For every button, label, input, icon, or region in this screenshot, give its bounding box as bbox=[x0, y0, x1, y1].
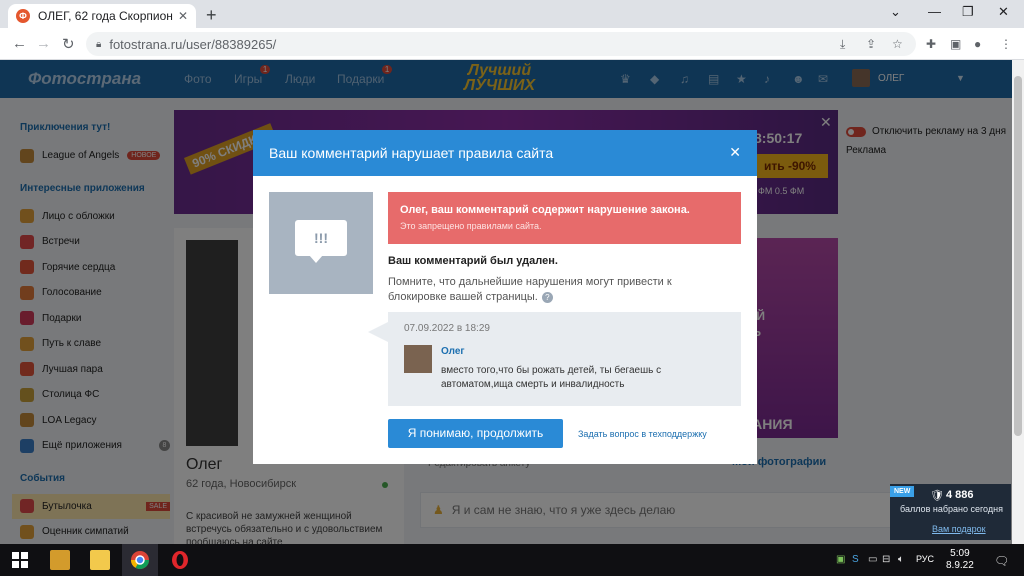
tray-device-icon[interactable]: ▭ bbox=[868, 554, 877, 565]
modal-title: Ваш комментарий нарушает правила сайта bbox=[269, 145, 554, 161]
violation-alert: Олег, ваш комментарий содержит нарушение… bbox=[388, 192, 741, 244]
comment-text: вместо того,что бы рожать детей, ты бега… bbox=[441, 365, 662, 390]
tray-shield-icon[interactable]: ▣ bbox=[836, 554, 845, 565]
close-tab-icon[interactable]: ✕ bbox=[178, 9, 188, 23]
chrome-icon[interactable] bbox=[130, 550, 150, 570]
bonus-widget[interactable]: NEW 🛡︎ 4 886 баллов набрано сегодня Вам … bbox=[890, 484, 1011, 540]
chevron-down-icon[interactable]: ⌄ bbox=[890, 4, 901, 20]
speech-bubble-icon: !!! bbox=[295, 220, 347, 256]
back-icon[interactable]: ← bbox=[12, 35, 27, 52]
message-warning-image: !!! bbox=[269, 192, 373, 294]
bookmark-star-icon[interactable]: ☆ bbox=[892, 37, 903, 51]
game-app-icon[interactable] bbox=[50, 550, 70, 570]
profile-icon[interactable]: ● bbox=[974, 37, 981, 51]
page-scrollbar[interactable] bbox=[1012, 60, 1024, 544]
points-icon: 🛡︎ bbox=[930, 490, 944, 502]
points-value: 4 886 bbox=[946, 489, 974, 501]
alert-subtitle: Это запрещено правилами сайта. bbox=[400, 221, 542, 231]
warning-text: Помните, что дальнейшие нарушения могут … bbox=[388, 276, 672, 303]
taskbar-clock[interactable]: 5:09 8.9.22 bbox=[946, 548, 974, 572]
speech-bubble-tail bbox=[309, 255, 323, 263]
comment-avatar bbox=[404, 345, 432, 373]
violation-modal: Ваш комментарий нарушает правила сайта ✕… bbox=[253, 130, 757, 464]
volume-icon[interactable]: 🔈︎ bbox=[898, 554, 904, 565]
window-close-icon[interactable]: ✕ bbox=[998, 4, 1009, 20]
sidepanel-icon[interactable]: ▣ bbox=[950, 37, 961, 51]
reload-icon[interactable]: ↻ bbox=[62, 35, 75, 53]
alert-title: Олег, ваш комментарий содержит нарушение… bbox=[400, 204, 690, 216]
restore-icon[interactable]: ❐ bbox=[962, 4, 974, 20]
confirm-continue-button[interactable]: Я понимаю, продолжить bbox=[388, 419, 563, 448]
gift-link[interactable]: Вам подарок bbox=[932, 524, 986, 534]
forward-icon[interactable]: → bbox=[36, 35, 51, 52]
tray-skype-icon[interactable]: S bbox=[852, 554, 859, 565]
url-path: /user/88389265/ bbox=[182, 36, 277, 52]
file-explorer-icon[interactable] bbox=[90, 550, 110, 570]
browser-toolbar: ← → ↻ 🔒︎ fotostrana.ru/user/88389265/ ⤓ … bbox=[0, 28, 1024, 60]
share-icon[interactable]: ⇪ bbox=[866, 37, 876, 51]
comment-date: 07.09.2022 в 18:29 bbox=[404, 323, 490, 334]
fotostrana-favicon-icon: Ф bbox=[16, 9, 30, 23]
browser-tab-strip: Ф ОЛЕГ, 62 года Скорпион ✕ + ⌄ — ❐ ✕ bbox=[0, 0, 1024, 28]
modal-close-icon[interactable]: ✕ bbox=[729, 144, 741, 161]
help-icon[interactable]: ? bbox=[541, 291, 553, 303]
comment-pointer bbox=[368, 322, 388, 342]
tab-title: ОЛЕГ, 62 года Скорпион bbox=[38, 9, 173, 23]
notifications-icon[interactable]: 🗨︎ bbox=[994, 554, 1009, 568]
new-tab-icon[interactable]: + bbox=[206, 5, 217, 26]
address-bar[interactable]: 🔒︎ fotostrana.ru/user/88389265/ bbox=[86, 32, 916, 56]
download-icon[interactable]: ⤓ bbox=[840, 37, 845, 52]
support-link[interactable]: Задать вопрос в техподдержку bbox=[578, 429, 707, 439]
network-icon[interactable]: ⊟ bbox=[882, 554, 890, 565]
language-indicator[interactable]: РУС bbox=[916, 554, 934, 564]
url-domain: fotostrana.ru bbox=[109, 36, 183, 52]
deleted-title: Ваш комментарий был удален. bbox=[388, 255, 558, 267]
modal-header: Ваш комментарий нарушает правила сайта ✕ bbox=[253, 130, 757, 176]
windows-start-icon[interactable] bbox=[10, 550, 30, 570]
minimize-icon[interactable]: — bbox=[928, 4, 941, 19]
points-subtitle: баллов набрано сегодня bbox=[900, 504, 1003, 514]
extensions-icon[interactable]: ✚ bbox=[926, 37, 936, 51]
browser-tab-active[interactable]: Ф ОЛЕГ, 62 года Скорпион ✕ bbox=[8, 4, 196, 28]
deleted-comment: 07.09.2022 в 18:29 Олег вместо того,что … bbox=[388, 312, 741, 406]
scrollbar-thumb[interactable] bbox=[1014, 76, 1022, 436]
comment-author[interactable]: Олег bbox=[441, 346, 465, 357]
menu-icon[interactable]: ⋮ bbox=[1000, 37, 1012, 51]
windows-taskbar: ▣ S ▭ ⊟ 🔈︎ РУС 5:09 8.9.22 🗨︎ bbox=[0, 544, 1024, 576]
lock-icon: 🔒︎ bbox=[96, 38, 102, 50]
opera-icon[interactable] bbox=[170, 550, 190, 570]
new-badge: NEW bbox=[890, 486, 915, 497]
